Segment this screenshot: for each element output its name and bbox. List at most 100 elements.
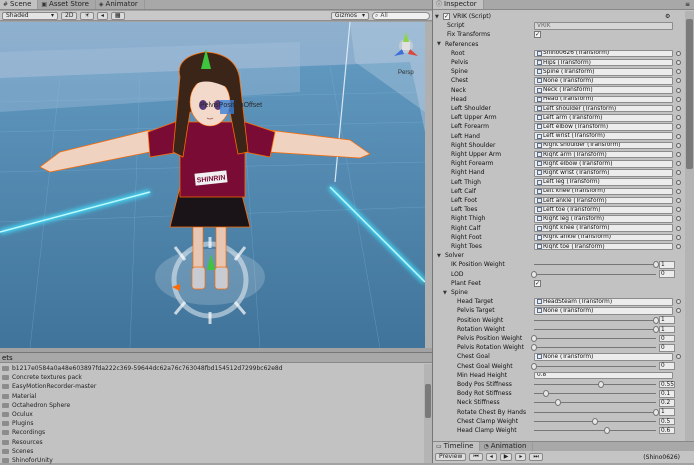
step-back-button[interactable]: ◂ [485, 453, 497, 461]
reference-field[interactable]: None (Transform) [534, 77, 673, 85]
reference-field[interactable]: Left elbow (Transform) [534, 123, 673, 131]
spine-slider[interactable] [534, 381, 656, 389]
reference-field[interactable]: Right arm (Transform) [534, 150, 673, 159]
spine-slider[interactable] [534, 399, 656, 407]
object-picker-icon[interactable] [676, 152, 681, 158]
reference-field[interactable]: Left wrist (Transform) [534, 132, 673, 140]
ik-position-weight-slider[interactable] [534, 261, 659, 269]
object-picker-icon[interactable] [676, 106, 681, 112]
go-end-button[interactable]: ⏭ [529, 453, 543, 461]
object-picker-icon[interactable] [676, 234, 681, 240]
component-enabled-checkbox[interactable]: ✓ [443, 13, 450, 21]
object-picker-icon[interactable] [676, 188, 681, 194]
list-item[interactable]: Concrete textures pack [0, 373, 422, 382]
foldout-arrow-icon[interactable]: ▼ [443, 290, 447, 296]
spine-slider[interactable] [534, 316, 659, 324]
slider-thumb[interactable] [592, 417, 598, 425]
reference-field[interactable]: Right knee (Transform) [534, 224, 673, 232]
component-foldout-icon[interactable]: ▼ [435, 14, 439, 20]
object-picker-icon[interactable] [676, 225, 681, 231]
lod-slider[interactable] [531, 270, 656, 278]
fix-transforms-checkbox[interactable]: ✓ [534, 31, 541, 39]
reference-field[interactable]: Left leg (Transform) [534, 178, 673, 186]
scene-scrollbar[interactable] [425, 22, 432, 348]
reference-field[interactable]: Spine (Transform) [534, 67, 673, 76]
list-item[interactable]: Scenes [0, 447, 422, 456]
reference-field[interactable]: Right ankle (Transform) [534, 233, 673, 242]
inspector-scrollbar-thumb[interactable] [686, 19, 693, 169]
inspector-scrollbar[interactable] [685, 11, 694, 441]
reference-field[interactable]: Shino0626 (Transform) [534, 49, 673, 58]
spine-slider[interactable] [534, 325, 659, 333]
spine-slider[interactable] [531, 344, 656, 352]
slider-thumb[interactable] [604, 427, 611, 435]
tab-animation[interactable]: ◔ Animation [480, 442, 534, 451]
slider-value-field[interactable]: 1 [659, 408, 675, 416]
object-picker-icon[interactable] [676, 161, 681, 167]
audio-toggle-button[interactable]: ◂ [96, 11, 108, 20]
slider-value-field[interactable]: 0 [659, 362, 675, 370]
spine-slider[interactable] [534, 417, 656, 425]
object-picker-icon[interactable] [676, 207, 681, 213]
slider-value-field[interactable]: 0.6 [659, 426, 675, 435]
object-picker-icon[interactable] [676, 50, 681, 56]
2d-toggle-button[interactable]: 2D [61, 11, 78, 20]
list-item[interactable]: ShinoforUnity [0, 456, 422, 465]
reference-field[interactable]: Right shoulder (Transform) [534, 141, 673, 150]
lighting-toggle-button[interactable]: ☀ [80, 11, 94, 20]
project-scrollbar[interactable] [424, 364, 432, 463]
slider-value-field[interactable]: 0.55 [659, 380, 675, 389]
tab-inspector[interactable]: ⓘ Inspector [433, 0, 484, 9]
reference-field[interactable]: Hips (Transform) [534, 58, 673, 67]
list-item[interactable]: EasyMotionRecorder-master [0, 382, 422, 391]
object-picker-icon[interactable] [676, 198, 681, 204]
gear-icon[interactable]: ⚙ [665, 13, 670, 20]
reference-field[interactable]: Left toe (Transform) [534, 205, 673, 214]
scene-canvas[interactable]: SHINRIN PelvisPositionOffset Persp [0, 22, 425, 348]
slider-value-field[interactable]: 0.5 [659, 417, 675, 426]
project-scrollbar-thumb[interactable] [425, 384, 431, 418]
list-item[interactable]: Material [0, 392, 422, 401]
slider-value-field[interactable]: 0 [659, 343, 675, 352]
foldout-arrow-icon[interactable]: ▼ [437, 253, 441, 259]
slider-thumb[interactable] [598, 381, 605, 389]
spine-slider[interactable] [534, 390, 656, 398]
spine-object-field[interactable]: None (Transform) [534, 353, 673, 361]
number-field[interactable]: 0.8 [534, 371, 673, 380]
slider-thumb[interactable] [531, 362, 537, 370]
spine-slider[interactable] [534, 408, 659, 416]
spine-object-field[interactable]: HeadSteam (Transform) [534, 297, 673, 306]
reference-field[interactable]: Left shoulder (Transform) [534, 104, 673, 113]
object-picker-icon[interactable] [676, 69, 681, 75]
list-item[interactable]: Resources [0, 438, 422, 447]
inspector-lock-icon[interactable]: ≡ [685, 1, 690, 8]
reference-field[interactable]: Left arm (Transform) [534, 113, 673, 122]
reference-field[interactable]: Right toe (Transform) [534, 242, 673, 251]
slider-thumb[interactable] [543, 390, 550, 398]
reference-field[interactable]: Right wrist (Transform) [534, 169, 673, 177]
object-picker-icon[interactable] [676, 179, 681, 185]
slider-value-field[interactable]: 1 [659, 261, 675, 269]
tab-scene[interactable]: # Scene [0, 0, 39, 9]
slider-value-field[interactable]: 0.2 [659, 399, 675, 407]
list-item[interactable]: b1217e0584a0a48e603897fda222c369-59644dc… [0, 364, 422, 373]
reference-field[interactable]: Right elbow (Transform) [534, 159, 673, 168]
slider-thumb[interactable] [531, 335, 537, 343]
spine-slider[interactable] [534, 427, 656, 435]
list-item[interactable]: Oculux [0, 410, 422, 419]
object-picker-icon[interactable] [676, 299, 681, 305]
object-picker-icon[interactable] [676, 87, 681, 93]
spine-slider[interactable] [531, 362, 656, 370]
slider-value-field[interactable]: 0 [659, 270, 675, 278]
slider-value-field[interactable]: 0 [659, 334, 675, 343]
effects-toggle-button[interactable]: ▦ [110, 11, 125, 20]
tab-timeline[interactable]: ▭ Timeline [433, 442, 481, 451]
preview-button[interactable]: Preview [435, 453, 467, 461]
slider-value-field[interactable]: 1 [659, 325, 675, 334]
shading-mode-dropdown[interactable]: Shaded ▾ [2, 11, 58, 20]
spine-slider[interactable] [531, 335, 656, 343]
object-picker-icon[interactable] [676, 78, 681, 84]
slider-thumb[interactable] [531, 344, 537, 352]
step-forward-button[interactable]: ▸ [515, 453, 527, 461]
object-picker-icon[interactable] [676, 133, 681, 139]
